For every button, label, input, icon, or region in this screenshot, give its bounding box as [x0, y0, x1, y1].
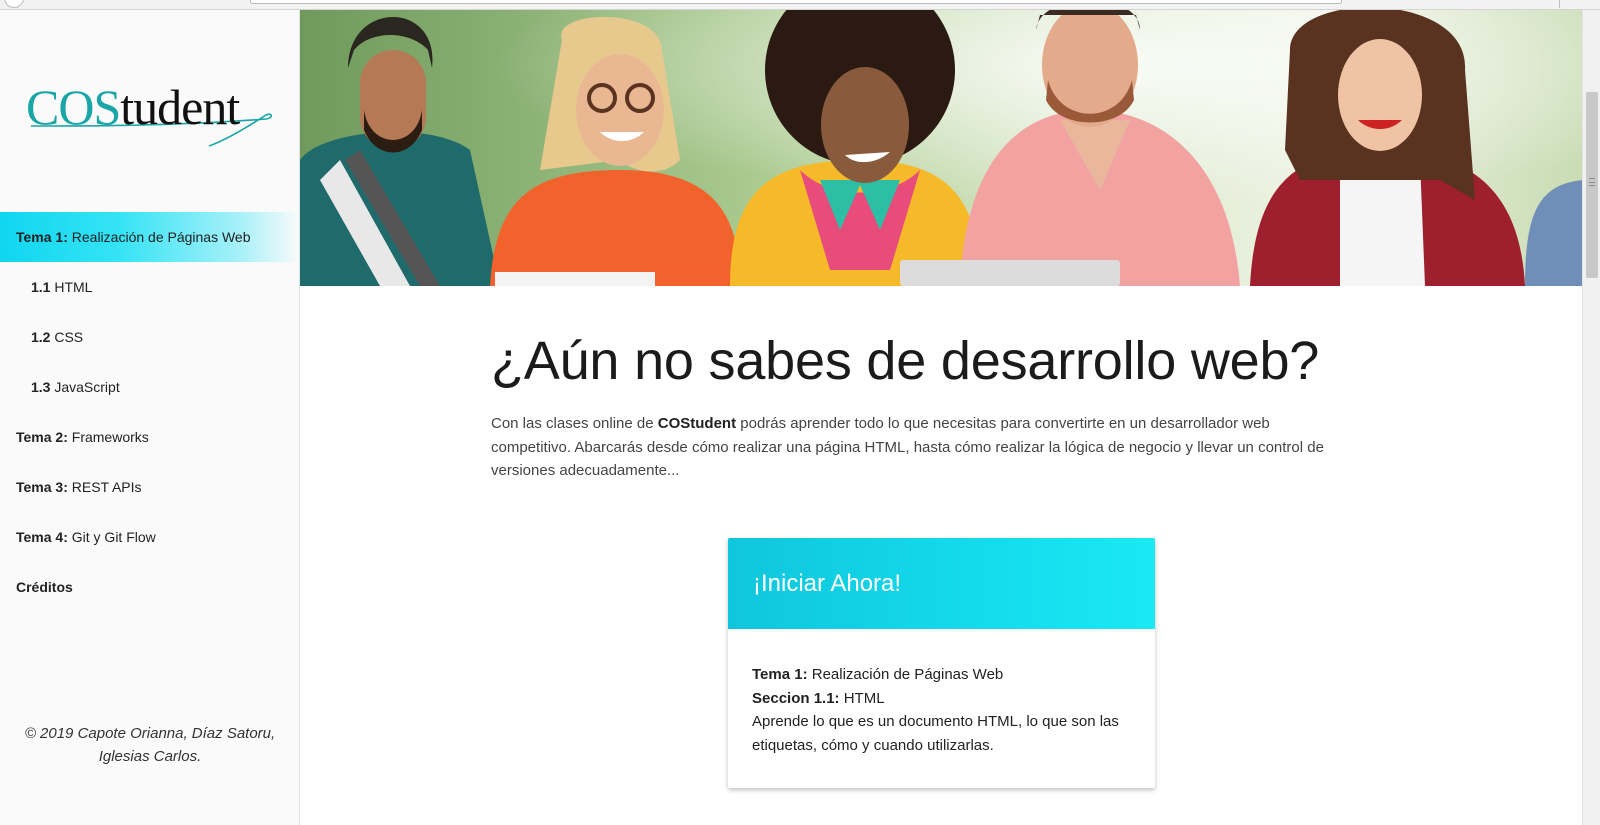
card-tema-label: Tema 1:	[752, 666, 808, 683]
sidebar-item-label: CSS	[54, 329, 84, 345]
browser-address-bar[interactable]	[250, 0, 1342, 4]
sidebar-item-tema-1[interactable]: Tema 1: Realización de Páginas Web	[0, 212, 300, 262]
sidebar-item-label: Realización de Páginas Web	[71, 229, 251, 245]
sidebar: COStudent Tema 1: Realización de Páginas…	[0, 10, 300, 825]
sidebar-item-css[interactable]: 1.2 CSS	[0, 312, 300, 362]
start-now-card[interactable]: ¡Iniciar Ahora! Tema 1: Realización de P…	[728, 538, 1155, 788]
scrollbar-thumb[interactable]	[1586, 92, 1598, 278]
sidebar-item-prefix: Tema 2:	[16, 429, 68, 445]
sidebar-item-prefix: Tema 3:	[16, 479, 68, 495]
hero-banner-image	[300, 10, 1582, 286]
hero-people-illustration	[300, 10, 1582, 286]
sidebar-item-prefix: Tema 4:	[16, 529, 68, 545]
sidebar-item-label: JavaScript	[54, 379, 120, 395]
sidebar-item-tema-3[interactable]: Tema 3: REST APIs	[0, 462, 300, 512]
sidebar-item-tema-4[interactable]: Tema 4: Git y Git Flow	[0, 512, 300, 562]
sidebar-item-label: Git y Git Flow	[71, 529, 156, 545]
card-tema-line: Tema 1: Realización de Páginas Web	[752, 663, 1131, 687]
toolbar-divider	[1559, 0, 1560, 8]
sidebar-item-prefix: Tema 1:	[16, 229, 68, 245]
sidebar-item-tema-2[interactable]: Tema 2: Frameworks	[0, 412, 300, 462]
intro-paragraph: Con las clases online de COStudent podrá…	[491, 412, 1341, 483]
sidebar-item-label: HTML	[54, 279, 93, 295]
page-scrollbar[interactable]	[1582, 10, 1600, 825]
card-seccion-line: Seccion 1.1: HTML	[752, 687, 1131, 711]
sidebar-item-html[interactable]: 1.1 HTML	[0, 262, 300, 312]
copyright-footer: © 2019 Capote Orianna, Díaz Satoru, Igle…	[0, 722, 300, 768]
sidebar-item-label: REST APIs	[71, 479, 142, 495]
sidebar-item-prefix: 1.1	[31, 279, 51, 295]
sidebar-item-prefix: 1.3	[31, 379, 51, 395]
card-tema-value: Realización de Páginas Web	[811, 666, 1004, 683]
browser-back-button[interactable]	[4, 0, 24, 8]
scrollbar-grip-icon	[1589, 178, 1595, 186]
copyright-line-2: Iglesias Carlos.	[98, 748, 202, 765]
intro-text-before: Con las clases online de	[491, 415, 658, 432]
page-title: ¿Aún no sabes de desarrollo web?	[491, 331, 1320, 391]
copyright-line-1: © 2019 Capote Orianna, Díaz Satoru,	[24, 725, 276, 742]
costudent-logo[interactable]: COStudent	[26, 70, 276, 160]
intro-brand-name: COStudent	[657, 415, 737, 432]
card-description: Aprende lo que es un documento HTML, lo …	[752, 713, 1119, 754]
logo-wordmark: COStudent	[26, 79, 240, 135]
sidebar-item-creditos[interactable]: Créditos	[0, 562, 300, 612]
main-content: ¿Aún no sabes de desarrollo web? Con las…	[300, 286, 1582, 825]
start-now-button[interactable]: ¡Iniciar Ahora!	[728, 538, 1155, 629]
sidebar-nav: Tema 1: Realización de Páginas Web 1.1 H…	[0, 212, 300, 612]
logo-wordmark-cos: COS	[26, 79, 121, 135]
card-body: Tema 1: Realización de Páginas Web Secci…	[728, 629, 1155, 757]
sidebar-item-javascript[interactable]: 1.3 JavaScript	[0, 362, 300, 412]
sidebar-item-prefix: 1.2	[31, 329, 51, 345]
logo-wordmark-tudent: tudent	[120, 79, 240, 135]
browser-toolbar	[0, 0, 1600, 10]
card-seccion-value: HTML	[843, 689, 885, 707]
card-seccion-label: Seccion 1.1:	[752, 689, 840, 707]
sidebar-item-label: Frameworks	[71, 429, 149, 445]
